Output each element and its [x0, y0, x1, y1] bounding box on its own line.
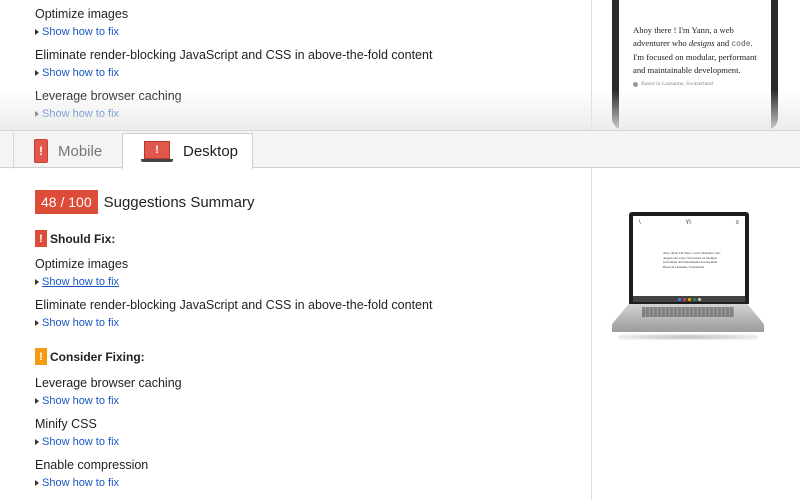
show-how-to-fix-link[interactable]: Show how to fix — [35, 394, 119, 408]
desktop-preview-device: \ Yl ≡ Ahoy there! I'm Yann, a web adven… — [612, 212, 764, 342]
link-label: Show how to fix — [42, 317, 120, 329]
mobile-phone-warning-icon: ! — [34, 139, 48, 163]
laptop-lid: \ Yl ≡ Ahoy there! I'm Yann, a web adven… — [629, 212, 749, 304]
mobile-preview-screen: Ahoy there ! I'm Yann, a web adventurer … — [619, 0, 771, 130]
section-heading-label: Should Fix: — [50, 231, 116, 246]
preview-taskbar — [633, 296, 745, 302]
device-tab-bar: ! Mobile ! Desktop — [0, 130, 800, 170]
rule-title: Eliminate render-blocking JavaScript and… — [35, 48, 433, 62]
desktop-preview-screen: \ Yl ≡ Ahoy there! I'm Yann, a web adven… — [633, 216, 745, 302]
suggestions-summary: 48 / 100 Suggestions Summary — [35, 190, 255, 214]
tab-desktop[interactable]: ! Desktop — [122, 133, 253, 170]
preview-site-logo: Yl — [685, 220, 691, 226]
tab-label: Mobile — [58, 142, 103, 160]
preview-text-emphasis: designs — [688, 38, 715, 48]
laptop-warning-icon: ! — [141, 140, 173, 163]
link-label: Show how to fix — [42, 436, 120, 448]
show-how-to-fix-link[interactable]: Show how to fix — [35, 435, 119, 449]
triangle-right-icon — [35, 320, 39, 326]
triangle-right-icon — [35, 480, 39, 486]
laptop-keyboard — [642, 307, 734, 317]
rule-title: Optimize images — [35, 7, 129, 21]
desktop-preview-text: Ahoy there! I'm Yann, a web adventurer w… — [663, 251, 723, 269]
previous-results-panel: Optimize images Show how to fix Eliminat… — [0, 0, 800, 130]
rule-title: Minify CSS — [35, 417, 97, 431]
show-how-to-fix-link[interactable]: Show how to fix — [35, 476, 119, 490]
tab-mobile[interactable]: ! Mobile — [13, 133, 121, 169]
triangle-right-icon — [35, 398, 39, 404]
location-icon — [633, 81, 638, 87]
preview-nav-glyph: ≡ — [735, 220, 739, 226]
show-how-to-fix-link[interactable]: Show how to fix — [35, 25, 119, 39]
preview-text-part: Ahoy there! I'm Yann, a web adventurer w… — [663, 251, 721, 265]
tab-label: Desktop — [183, 143, 239, 160]
triangle-right-icon — [35, 70, 39, 76]
preview-text-code: code — [731, 40, 751, 49]
preview-text-part: and — [714, 38, 732, 48]
show-how-to-fix-link[interactable]: Show how to fix — [35, 66, 119, 80]
rule-title: Enable compression — [35, 458, 149, 472]
rule-title: Optimize images — [35, 257, 129, 271]
triangle-right-icon — [35, 111, 39, 117]
preview-location: Based in Lausanne, Switzerland — [663, 264, 704, 269]
link-label: Show how to fix — [42, 108, 120, 120]
rule-title: Leverage browser caching — [35, 376, 182, 390]
exclamation-badge-icon: ! — [35, 230, 47, 247]
summary-title: Suggestions Summary — [103, 193, 255, 211]
triangle-right-icon — [35, 29, 39, 35]
mobile-preview-text: Ahoy there ! I'm Yann, a web adventurer … — [633, 24, 761, 77]
link-label: Show how to fix — [42, 477, 120, 489]
link-label: Show how to fix — [42, 276, 120, 288]
section-heading-label: Consider Fixing: — [50, 349, 145, 364]
desktop-results-panel: 48 / 100 Suggestions Summary ! Should Fi… — [0, 168, 800, 500]
column-divider — [591, 0, 592, 130]
score-badge: 48 / 100 — [35, 190, 98, 214]
rule-title: Leverage browser caching — [35, 89, 182, 103]
exclamation-badge-icon: ! — [35, 348, 47, 365]
show-how-to-fix-link[interactable]: Show how to fix — [35, 316, 119, 330]
link-label: Show how to fix — [42, 26, 120, 38]
link-label: Show how to fix — [42, 67, 120, 79]
preview-site-header: \ Yl ≡ — [633, 216, 745, 230]
rule-title: Eliminate render-blocking JavaScript and… — [35, 298, 433, 312]
preview-menu-glyph: \ — [639, 220, 641, 226]
location-label: Based in Lausanne, Switzerland — [641, 81, 713, 87]
mobile-preview-location: Based in Lausanne, Switzerland — [633, 81, 761, 87]
show-how-to-fix-link[interactable]: Show how to fix — [35, 275, 119, 289]
link-label: Show how to fix — [42, 395, 120, 407]
column-divider — [591, 168, 592, 500]
should-fix-heading: ! Should Fix: — [35, 230, 115, 247]
triangle-right-icon — [35, 279, 39, 285]
consider-fixing-heading: ! Consider Fixing: — [35, 348, 145, 365]
show-how-to-fix-link[interactable]: Show how to fix — [35, 107, 119, 121]
mobile-preview-device: Ahoy there ! I'm Yann, a web adventurer … — [612, 0, 778, 130]
triangle-right-icon — [35, 439, 39, 445]
laptop-shadow — [618, 334, 758, 340]
